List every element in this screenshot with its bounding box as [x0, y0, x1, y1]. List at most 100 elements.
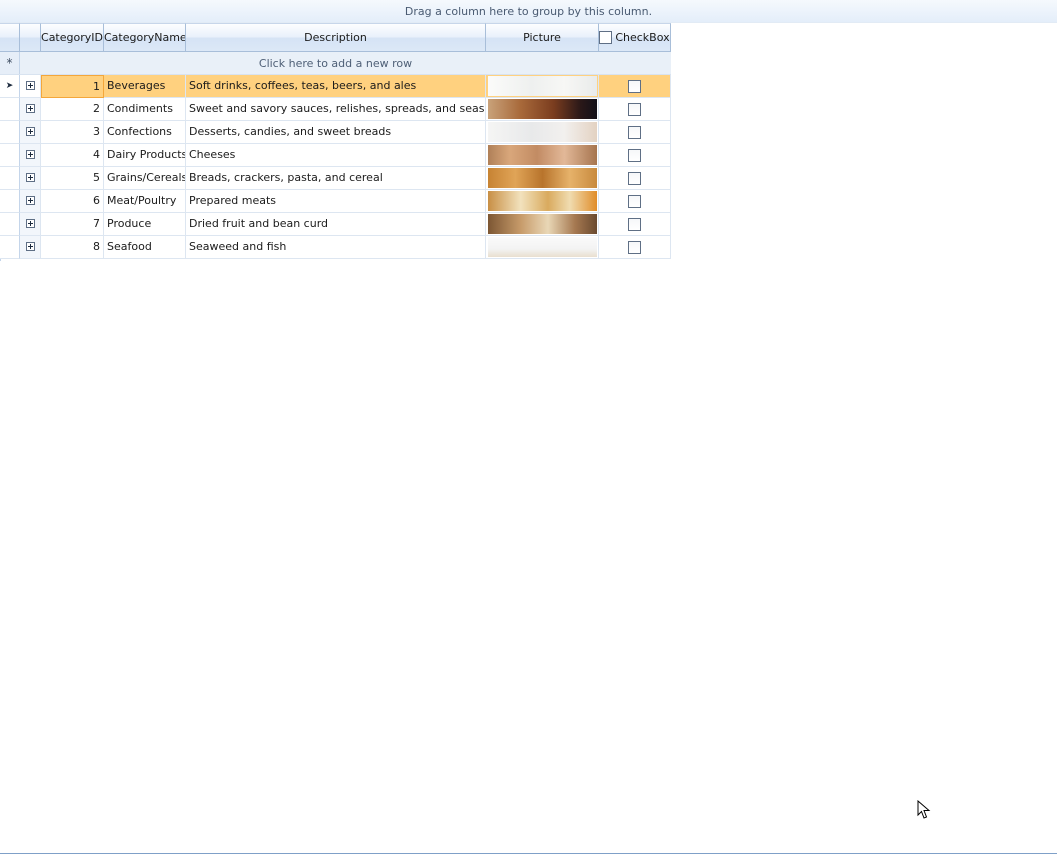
- table-row[interactable]: 5 Grains/Cereals Breads, crackers, pasta, …: [0, 167, 671, 190]
- cell-categoryname[interactable]: Dairy Products: [104, 144, 186, 167]
- cell-categoryid[interactable]: 6: [41, 190, 104, 213]
- row-indicator-cell[interactable]: [0, 167, 20, 190]
- cell-checkbox[interactable]: [599, 98, 671, 121]
- plus-box-icon[interactable]: [26, 173, 35, 182]
- column-header-checkbox-label: CheckBox: [615, 31, 670, 44]
- cell-categoryname[interactable]: Condiments: [104, 98, 186, 121]
- cell-picture[interactable]: [486, 213, 599, 236]
- header-expander-cell: [20, 23, 41, 52]
- table-row[interactable]: 6 Meat/Poultry Prepared meats: [0, 190, 671, 213]
- cell-picture[interactable]: [486, 190, 599, 213]
- row-indicator-cell[interactable]: [0, 144, 20, 167]
- row-expand-cell[interactable]: [20, 190, 41, 213]
- cell-checkbox[interactable]: [599, 75, 671, 98]
- cell-checkbox[interactable]: [599, 236, 671, 259]
- row-expand-cell[interactable]: [20, 213, 41, 236]
- group-by-panel[interactable]: Drag a column here to group by this colu…: [0, 0, 1057, 23]
- new-row[interactable]: * Click here to add a new row: [0, 52, 671, 75]
- plus-box-icon[interactable]: [26, 219, 35, 228]
- cell-checkbox[interactable]: [599, 167, 671, 190]
- table-row[interactable]: 8 Seafood Seaweed and fish: [0, 236, 671, 259]
- mouse-pointer-icon: [917, 800, 931, 819]
- row-expand-cell[interactable]: [20, 98, 41, 121]
- cell-categoryid[interactable]: 7: [41, 213, 104, 236]
- row-expand-cell[interactable]: [20, 121, 41, 144]
- row-checkbox[interactable]: [628, 103, 641, 116]
- cell-categoryname[interactable]: Seafood: [104, 236, 186, 259]
- cell-picture[interactable]: [486, 121, 599, 144]
- cell-description[interactable]: Breads, crackers, pasta, and cereal: [186, 167, 486, 190]
- header-indicator-cell: [0, 23, 20, 52]
- cell-categoryid[interactable]: 8: [41, 236, 104, 259]
- table-row[interactable]: 4 Dairy Products Cheeses: [0, 144, 671, 167]
- cell-categoryid[interactable]: 2: [41, 98, 104, 121]
- cell-picture[interactable]: [486, 144, 599, 167]
- select-all-checkbox[interactable]: [599, 30, 613, 44]
- column-header-description[interactable]: Description: [186, 23, 486, 52]
- cell-checkbox[interactable]: [599, 121, 671, 144]
- cell-categoryid[interactable]: 3: [41, 121, 104, 144]
- cell-picture[interactable]: [486, 98, 599, 121]
- row-checkbox[interactable]: [628, 149, 641, 162]
- row-checkbox[interactable]: [628, 172, 641, 185]
- row-indicator-cell[interactable]: [0, 190, 20, 213]
- categories-grid: CategoryID CategoryName Description Pict…: [0, 23, 671, 259]
- cell-categoryname[interactable]: Meat/Poultry: [104, 190, 186, 213]
- column-header-checkbox[interactable]: CheckBox: [599, 23, 671, 52]
- plus-box-icon[interactable]: [26, 81, 35, 90]
- row-expand-cell[interactable]: [20, 167, 41, 190]
- cell-categoryname[interactable]: Grains/Cereals: [104, 167, 186, 190]
- row-expand-cell[interactable]: [20, 75, 41, 98]
- cell-description[interactable]: Sweet and savory sauces, relishes, sprea…: [186, 98, 486, 121]
- table-row[interactable]: 7 Produce Dried fruit and bean curd: [0, 213, 671, 236]
- grains-cereals-photo: [488, 168, 597, 188]
- column-header-categoryid[interactable]: CategoryID: [41, 23, 104, 52]
- cell-checkbox[interactable]: [599, 213, 671, 236]
- plus-box-icon[interactable]: [26, 196, 35, 205]
- plus-box-icon[interactable]: [26, 104, 35, 113]
- cell-picture[interactable]: [486, 167, 599, 190]
- cell-description[interactable]: Desserts, candies, and sweet breads: [186, 121, 486, 144]
- row-checkbox[interactable]: [628, 218, 641, 231]
- row-checkbox[interactable]: [628, 126, 641, 139]
- plus-box-icon[interactable]: [26, 242, 35, 251]
- cell-categoryname[interactable]: Produce: [104, 213, 186, 236]
- confections-photo: [488, 122, 597, 142]
- column-header-row: CategoryID CategoryName Description Pict…: [0, 23, 671, 52]
- plus-box-icon[interactable]: [26, 150, 35, 159]
- column-header-categoryname[interactable]: CategoryName: [104, 23, 186, 52]
- cell-picture[interactable]: [486, 236, 599, 259]
- row-indicator-cell[interactable]: [0, 213, 20, 236]
- cell-categoryname[interactable]: Beverages: [104, 75, 186, 98]
- cell-categoryid[interactable]: 1: [41, 75, 104, 98]
- row-indicator-cell[interactable]: ➤: [0, 75, 20, 98]
- row-indicator-cell[interactable]: [0, 121, 20, 144]
- row-indicator-cell[interactable]: [0, 98, 20, 121]
- row-checkbox[interactable]: [628, 80, 641, 93]
- cell-description[interactable]: Prepared meats: [186, 190, 486, 213]
- new-row-label: Click here to add a new row: [258, 57, 413, 70]
- row-expand-cell[interactable]: [20, 144, 41, 167]
- row-indicator-cell[interactable]: [0, 236, 20, 259]
- cell-checkbox[interactable]: [599, 144, 671, 167]
- cell-categoryname[interactable]: Confections: [104, 121, 186, 144]
- column-header-picture[interactable]: Picture: [486, 23, 599, 52]
- cell-picture[interactable]: [486, 75, 599, 98]
- seafood-photo: [488, 237, 597, 257]
- cell-description[interactable]: Soft drinks, coffees, teas, beers, and a…: [186, 75, 486, 98]
- table-row[interactable]: 2 Condiments Sweet and savory sauces, reli…: [0, 98, 671, 121]
- table-row[interactable]: ➤ 1 Beverages Soft drinks, coffees, teas, b…: [0, 75, 671, 98]
- cell-checkbox[interactable]: [599, 190, 671, 213]
- beverages-photo: [488, 76, 597, 96]
- cell-description[interactable]: Seaweed and fish: [186, 236, 486, 259]
- cell-description[interactable]: Dried fruit and bean curd: [186, 213, 486, 236]
- table-row[interactable]: 3 Confections Desserts, candies, and sweet…: [0, 121, 671, 144]
- current-row-arrow-icon: ➤: [5, 81, 14, 91]
- plus-box-icon[interactable]: [26, 127, 35, 136]
- row-expand-cell[interactable]: [20, 236, 41, 259]
- cell-description[interactable]: Cheeses: [186, 144, 486, 167]
- cell-categoryid[interactable]: 4: [41, 144, 104, 167]
- row-checkbox[interactable]: [628, 195, 641, 208]
- cell-categoryid[interactable]: 5: [41, 167, 104, 190]
- row-checkbox[interactable]: [628, 241, 641, 254]
